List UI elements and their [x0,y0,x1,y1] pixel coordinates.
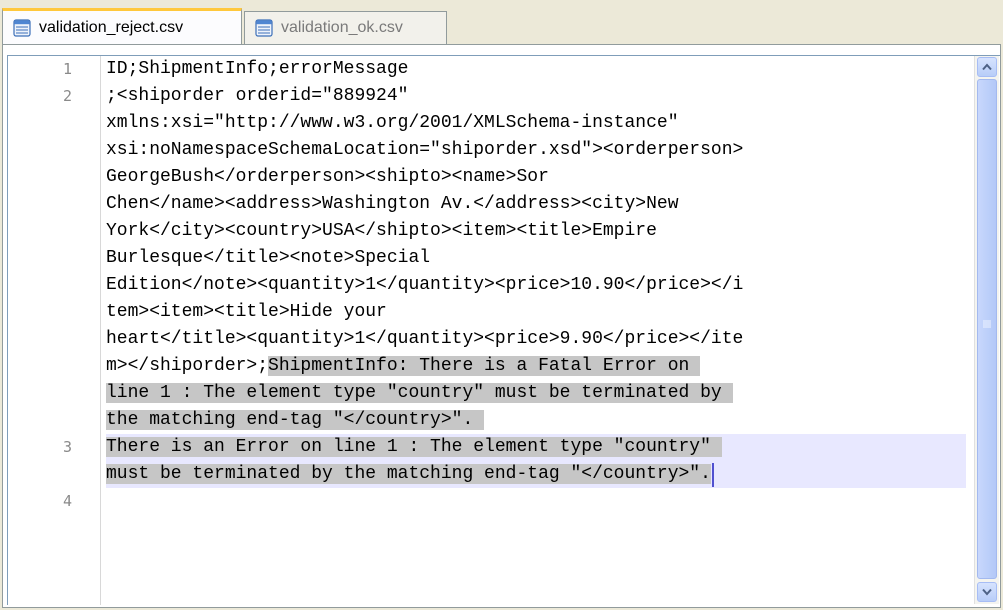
selected-text: the matching end-tag "</country>". [106,410,485,430]
code-text: heart</title><quantity>1</quantity><pric… [106,329,744,349]
csv-file-icon [13,18,31,37]
code-text: m></shiporder>; [106,356,269,376]
selected-text: ShipmentInfo: There is a Fatal Error on [268,356,701,376]
code-text: Chen</name><address>Washington Av.</addr… [106,194,679,214]
line-number: 3 [62,438,72,456]
tab-label: validation_ok.csv [281,19,403,36]
code-line: must be terminated by the matching end-t… [106,461,711,488]
code-line: There is an Error on line 1 : The elemen… [106,434,722,461]
code-text: tem><item><title>Hide your [106,302,387,322]
editor-frame: 1 2 3 4 ID;ShipmentInfo;errorMessage ;<sh… [2,44,1001,608]
code-text: Burlesque</title><note>Special [106,248,431,268]
csv-file-icon [255,19,273,37]
scroll-up-button[interactable] [977,57,997,77]
code-text: ;<shiporder orderid="889924" [106,86,409,106]
code-line: Chen</name><address>Washington Av.</addr… [106,191,679,218]
code-line: GeorgeBush</orderperson><shipto><name>So… [106,164,549,191]
code-line: ;<shiporder orderid="889924" [106,83,408,110]
line-number: 4 [62,492,72,510]
grip-icon [983,320,991,328]
text-caret [712,463,714,487]
line-number: 1 [62,60,72,78]
code-line: m></shiporder>;ShipmentInfo: There is a … [106,353,701,380]
chevron-down-icon [982,588,992,596]
code-line: tem><item><title>Hide your [106,299,387,326]
vertical-scrollbar[interactable] [974,56,999,604]
code-text: GeorgeBush</orderperson><shipto><name>So… [106,167,549,187]
line-number: 2 [62,87,72,105]
selected-text: line 1 : The element type "country" must… [106,383,733,403]
code-line: xsi:noNamespaceSchemaLocation="shiporder… [106,137,743,164]
code-line: ID;ShipmentInfo;errorMessage [106,56,408,83]
tab-validation-reject[interactable]: validation_reject.csv [2,8,242,44]
selected-text: There is an Error on line 1 : The elemen… [106,437,722,457]
scroll-down-button[interactable] [977,582,997,602]
code-text: xsi:noNamespaceSchemaLocation="shiporder… [106,140,744,160]
code-line: York</city><country>USA</shipto><item><t… [106,218,657,245]
code-line: xmlns:xsi="http://www.w3.org/2001/XMLSch… [106,110,679,137]
text-editor[interactable]: 1 2 3 4 ID;ShipmentInfo;errorMessage ;<sh… [7,55,1000,605]
code-text: Edition</note><quantity>1</quantity><pri… [106,275,744,295]
text-content[interactable]: ID;ShipmentInfo;errorMessage ;<shiporder … [106,56,966,605]
code-line: line 1 : The element type "country" must… [106,380,733,407]
gutter-separator [100,56,101,605]
code-line: the matching end-tag "</country>". [106,407,485,434]
code-text: York</city><country>USA</shipto><item><t… [106,221,657,241]
scrollbar-thumb[interactable] [977,79,997,579]
code-text: ID;ShipmentInfo;errorMessage [106,59,409,79]
tab-validation-ok[interactable]: validation_ok.csv [244,11,447,44]
line-number-gutter: 1 2 3 4 [8,56,100,605]
csv-editor-window: validation_reject.csv validation_ok.csv … [0,0,1003,610]
selected-text: must be terminated by the matching end-t… [106,464,711,484]
code-line: Edition</note><quantity>1</quantity><pri… [106,272,743,299]
tab-label: validation_reject.csv [39,18,184,36]
code-text: xmlns:xsi="http://www.w3.org/2001/XMLSch… [106,113,679,133]
tab-strip: validation_reject.csv validation_ok.csv [0,0,1003,46]
code-line: heart</title><quantity>1</quantity><pric… [106,326,743,353]
chevron-up-icon [982,63,992,71]
code-line: Burlesque</title><note>Special [106,245,430,272]
